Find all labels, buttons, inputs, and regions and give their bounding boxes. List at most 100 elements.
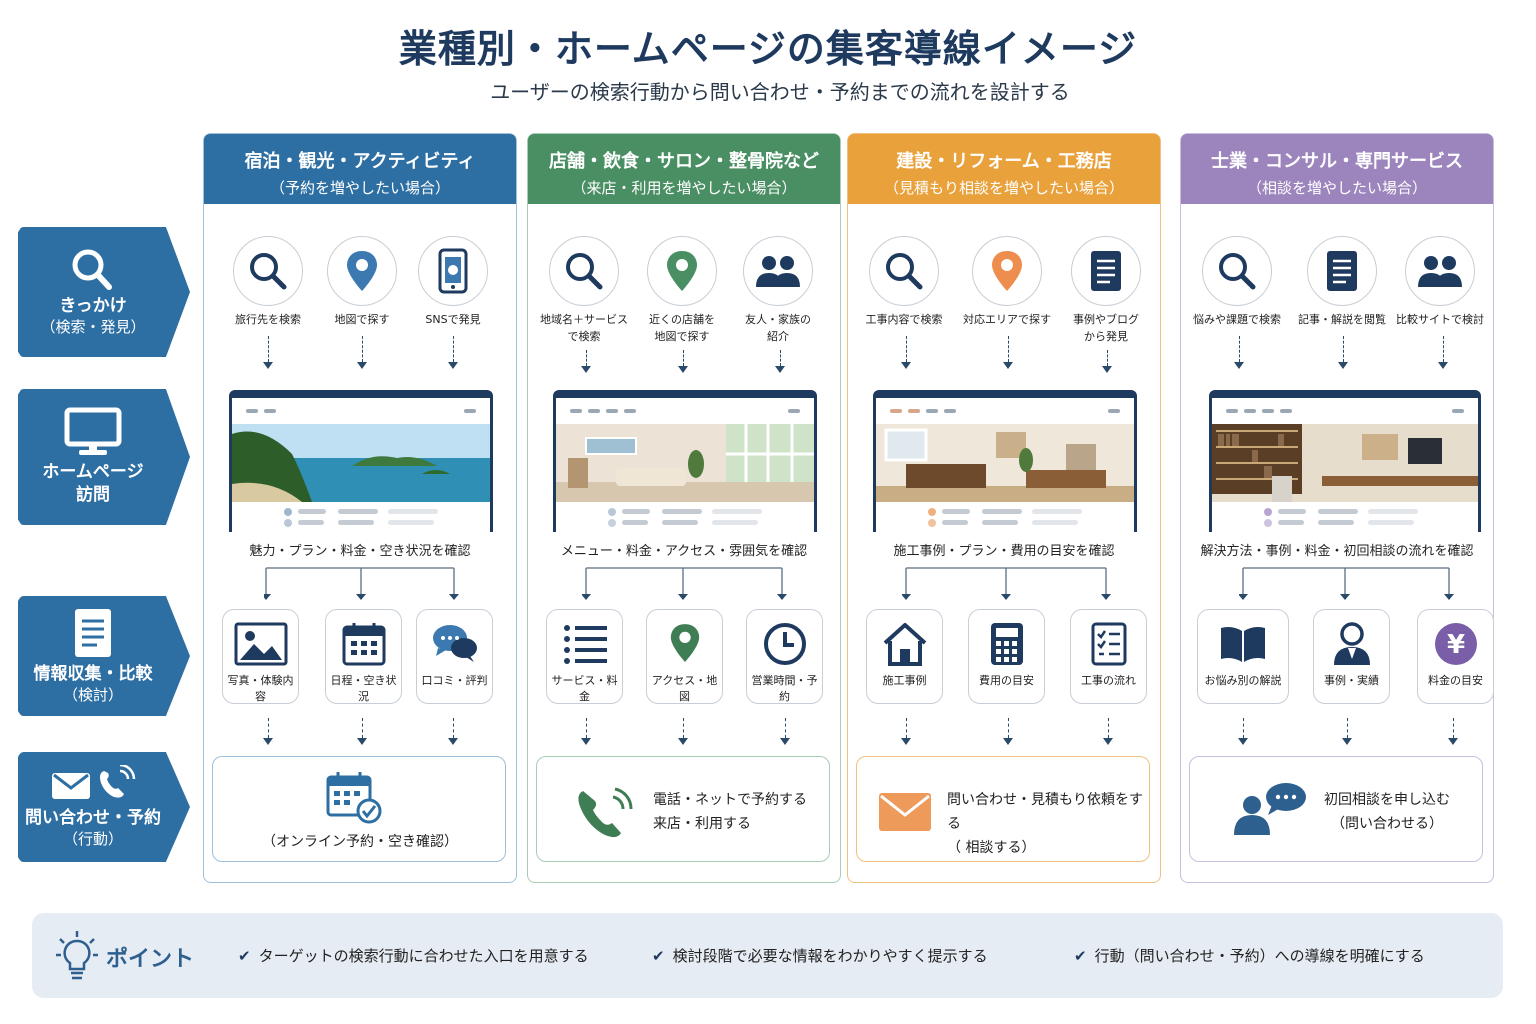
info-card: アクセス・地図	[646, 609, 723, 704]
trigger-caption: 地域名＋サービス で検索	[540, 313, 628, 343]
hero-image-interior	[876, 424, 1134, 502]
info-caption: 施工事例	[882, 674, 927, 687]
calendar-icon	[342, 623, 385, 666]
stage-compare: 情報収集・比較 （検討）	[18, 596, 190, 716]
search-icon	[566, 253, 603, 290]
monitor-icon	[64, 407, 122, 456]
column-lodging: 宿泊・観光・アクティビティ （予約を増やしたい場合） 旅行先を検索 地図で探す …	[203, 133, 517, 883]
stage-sublabel: （検討）	[62, 685, 123, 704]
consultation-icon	[1234, 783, 1306, 835]
lightbulb-icon	[56, 931, 98, 980]
page-subtitle: ユーザーの検索行動から問い合わせ・予約までの流れを設計する	[490, 80, 1070, 104]
trigger-caption: 比較サイトで検討	[1396, 313, 1484, 326]
yen-coin-icon: ¥	[1434, 623, 1477, 665]
website-mockup	[1209, 390, 1481, 532]
info-caption: 写真・体験内容	[227, 674, 294, 703]
check-text: 解決方法・事例・料金・初回相談の流れを確認	[1200, 544, 1474, 559]
stage-trigger: きっかけ （検索・発見）	[18, 227, 190, 357]
column-title: 店舗・飲食・サロン・整骨院など	[549, 151, 819, 172]
info-card: 工事の流れ	[1070, 609, 1147, 704]
point-item-text: ターゲットの検索行動に合わせた入口を用意する	[258, 947, 589, 965]
trigger-caption: 記事・解説を閲覧	[1298, 313, 1386, 326]
page-title: 業種別・ホームページの集客導線イメージ	[398, 27, 1138, 71]
document-icon	[1091, 251, 1121, 291]
trigger-caption: 工事内容で検索	[865, 313, 943, 326]
stage-visit: ホームページ 訪問	[18, 389, 190, 525]
info-card: 日程・空き状況	[325, 609, 402, 704]
column-subtitle: （来店・利用を増やしたい場合）	[571, 179, 797, 197]
column-header: 士業・コンサル・専門サービス （相談を増やしたい場合）	[1181, 134, 1493, 204]
trigger-caption: 近くの店舗を 地図で探す	[649, 313, 715, 343]
check-text: メニュー・料金・アクセス・雰囲気を確認	[560, 544, 808, 559]
info-card: 費用の目安	[968, 609, 1045, 704]
map-pin-icon	[347, 251, 377, 291]
info-card: 写真・体験内容	[222, 609, 299, 704]
trigger-item: 比較サイトで検討	[1390, 236, 1490, 329]
trigger-caption: 対応エリアで探す	[963, 313, 1051, 326]
stage-sublabel: （行動）	[62, 829, 123, 848]
stage-label: 情報収集・比較	[33, 663, 153, 684]
calculator-icon	[990, 623, 1023, 665]
stage-action: 問い合わせ・予約 （行動）	[18, 752, 190, 862]
column-professional: 士業・コンサル・専門サービス （相談を増やしたい場合） 悩みや課題で検索 記事・…	[1180, 133, 1494, 883]
point-label: ポイント	[106, 947, 195, 972]
info-caption: アクセス・地図	[651, 674, 718, 703]
checklist-icon	[1091, 622, 1126, 666]
trigger-item: SNSで発見	[403, 236, 503, 329]
photo-icon	[234, 622, 287, 666]
branch-arrows	[582, 567, 787, 600]
info-caption: サービス・料金	[551, 674, 618, 703]
map-pin-icon	[992, 251, 1022, 291]
point-item-text: 行動（問い合わせ・予約）への導線を明確にする	[1094, 947, 1425, 965]
trigger-item: 旅行先を検索	[218, 236, 318, 329]
info-card: 口コミ・評判	[416, 609, 493, 704]
check-icon: ✔	[238, 947, 251, 965]
point-item: ✔ 行動（問い合わせ・予約）への導線を明確にする	[1074, 945, 1425, 966]
column-title: 士業・コンサル・専門サービス	[1211, 151, 1463, 172]
trigger-item: 事例やブログ から発見	[1056, 236, 1156, 345]
action-text: 電話・ネットで予約する 来店・利用する	[653, 792, 807, 832]
search-icon	[886, 253, 923, 290]
info-card: 事例・実績	[1313, 609, 1390, 704]
list-icon	[563, 625, 607, 664]
info-card: 営業時間・予約	[746, 609, 823, 704]
action-text: （オンライン予約・空き確認）	[262, 834, 458, 850]
calendar-check-icon	[326, 772, 382, 824]
column-subtitle: （予約を増やしたい場合）	[269, 179, 450, 197]
point-item: ✔ ターゲットの検索行動に合わせた入口を用意する	[238, 945, 589, 966]
stage-sublabel: （検索・発見）	[40, 317, 146, 336]
website-mockup	[229, 390, 493, 532]
stage-label: 問い合わせ・予約	[25, 807, 161, 828]
info-card: お悩み別の解説	[1197, 609, 1289, 704]
trigger-item: 記事・解説を閲覧	[1292, 236, 1392, 329]
document-icon	[75, 608, 111, 657]
action-box: 初回相談を申し込む （問い合わせる）	[1189, 756, 1483, 862]
phone-icon	[578, 787, 633, 838]
info-caption: 費用の目安	[979, 674, 1034, 687]
house-icon	[883, 623, 926, 666]
action-text: 問い合わせ・見積もり依頼をする （ 相談する）	[947, 792, 1143, 856]
action-box: 電話・ネットで予約する 来店・利用する	[536, 756, 830, 862]
trigger-item: 地図で探す	[312, 236, 412, 329]
check-text: 魅力・プラン・料金・空き状況を確認	[249, 544, 471, 559]
info-card: 施工事例	[866, 609, 943, 704]
branch-arrows	[902, 567, 1111, 600]
column-store: 店舗・飲食・サロン・整骨院など （来店・利用を増やしたい場合） 地域名＋サービス…	[527, 133, 841, 883]
trigger-item: 近くの店舗を 地図で探す	[632, 236, 732, 345]
action-box: 問い合わせ・見積もり依頼をする （ 相談する）	[856, 756, 1150, 862]
mail-phone-icon	[52, 764, 136, 799]
column-subtitle: （見積もり相談を増やしたい場合）	[883, 179, 1124, 197]
person-icon	[1333, 622, 1370, 665]
column-title: 建設・リフォーム・工務店	[896, 151, 1112, 172]
column-construction: 建設・リフォーム・工務店 （見積もり相談を増やしたい場合） 工事内容で検索 対応…	[847, 133, 1161, 883]
info-caption: 営業時間・予約	[751, 674, 818, 703]
map-pin-icon	[667, 251, 697, 291]
chat-bubbles-icon	[432, 625, 477, 662]
website-mockup	[873, 390, 1137, 532]
point-item-text: 検討段階で必要な情報をわかりやすく提示する	[672, 947, 988, 965]
clock-icon	[763, 623, 806, 665]
trigger-caption: 友人・家族の 紹介	[745, 313, 811, 343]
trigger-item: 地域名＋サービス で検索	[534, 236, 634, 345]
trigger-caption: SNSで発見	[425, 313, 481, 326]
hero-image-beach	[232, 424, 490, 502]
